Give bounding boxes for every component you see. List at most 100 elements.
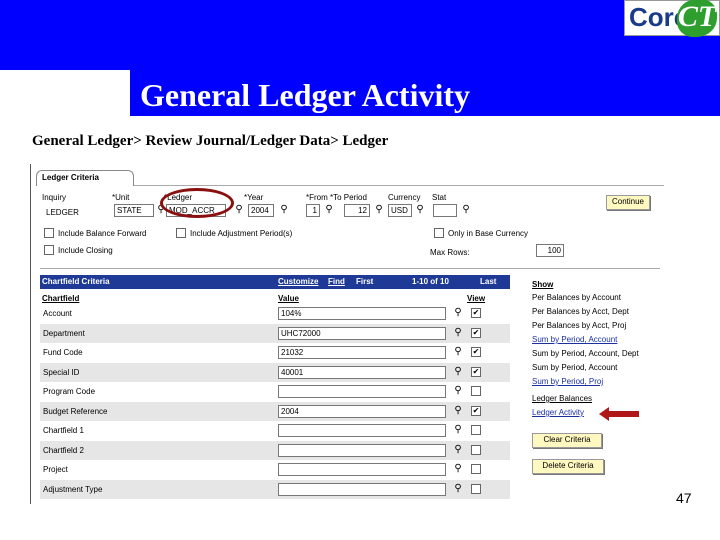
currency-lookup-icon[interactable]: ⚲ bbox=[414, 204, 426, 216]
include-closing-label: Include Closing bbox=[58, 246, 113, 255]
title-band-notch bbox=[0, 70, 130, 116]
include-adjustment-checkbox[interactable] bbox=[176, 228, 186, 238]
lookup-icon[interactable]: ⚲ bbox=[452, 483, 464, 495]
year-field[interactable]: 2004 bbox=[248, 204, 274, 217]
table-row: Department UHC72000 ⚲ ✔ bbox=[40, 323, 510, 343]
stat-lookup-icon[interactable]: ⚲ bbox=[460, 204, 472, 216]
col-header-chartfield: Chartfield bbox=[42, 294, 80, 303]
from-period-field[interactable]: 1 bbox=[306, 204, 320, 217]
screenshot-border bbox=[30, 164, 31, 504]
view-checkbox[interactable] bbox=[471, 444, 481, 455]
lookup-icon[interactable]: ⚲ bbox=[452, 327, 464, 339]
show-option[interactable]: Sum by Period, Account bbox=[532, 363, 617, 372]
chartfield-value-field[interactable]: 40001 bbox=[278, 365, 446, 379]
ledger-balances-link[interactable]: Ledger Balances bbox=[532, 394, 592, 403]
table-row: Special ID 40001 ⚲ ✔ bbox=[40, 362, 510, 382]
table-row: Budget Reference 2004 ⚲ ✔ bbox=[40, 401, 510, 421]
lookup-icon[interactable]: ⚲ bbox=[452, 366, 464, 378]
show-option[interactable]: Per Balances by Acct, Dept bbox=[532, 307, 629, 316]
view-checkbox[interactable]: ✔ bbox=[471, 405, 481, 416]
currency-label: Currency bbox=[388, 193, 421, 202]
chartfield-name: Account bbox=[43, 309, 72, 318]
table-row: Account 104% ⚲ ✔ bbox=[40, 304, 510, 323]
view-checkbox[interactable] bbox=[471, 483, 481, 494]
table-row: Chartfield 2 ⚲ bbox=[40, 440, 510, 460]
inquiry-label: Inquiry bbox=[42, 193, 67, 202]
chartfield-value-field[interactable] bbox=[278, 482, 446, 496]
chartfield-name: Adjustment Type bbox=[43, 484, 103, 494]
include-adjustment-label: Include Adjustment Period(s) bbox=[190, 229, 293, 238]
stat-field[interactable] bbox=[433, 204, 457, 217]
breadcrumb: General Ledger> Review Journal/Ledger Da… bbox=[32, 133, 389, 149]
only-base-currency-checkbox[interactable] bbox=[434, 228, 444, 238]
lookup-icon[interactable]: ⚲ bbox=[452, 385, 464, 397]
chartfield-grid-header: Chartfield Criteria Customize Find First… bbox=[40, 275, 510, 289]
table-row: Chartfield 1 ⚲ bbox=[40, 421, 510, 440]
view-checkbox[interactable]: ✔ bbox=[471, 366, 481, 377]
show-option[interactable]: Sum by Period, Account, Dept bbox=[532, 349, 639, 358]
view-checkbox[interactable]: ✔ bbox=[471, 327, 481, 338]
show-option[interactable]: Per Balances by Account bbox=[532, 293, 621, 302]
chartfield-grid-title: Chartfield Criteria bbox=[42, 277, 110, 286]
show-option[interactable]: Per Balances by Acct, Proj bbox=[532, 321, 626, 330]
clear-criteria-button[interactable]: Clear Criteria bbox=[532, 433, 602, 448]
view-checkbox[interactable] bbox=[471, 386, 481, 396]
to-period-lookup-icon[interactable]: ⚲ bbox=[373, 204, 385, 216]
view-checkbox[interactable]: ✔ bbox=[471, 308, 481, 318]
inquiry-value: LEDGER bbox=[46, 208, 79, 217]
view-checkbox[interactable]: ✔ bbox=[471, 347, 481, 357]
chartfield-name: Program Code bbox=[43, 387, 96, 396]
page-number: 47 bbox=[676, 490, 692, 506]
find-link[interactable]: Find bbox=[328, 277, 345, 286]
col-header-view: View bbox=[467, 294, 486, 303]
chartfield-name: Budget Reference bbox=[43, 406, 108, 416]
lookup-icon[interactable]: ⚲ bbox=[452, 463, 464, 475]
delete-criteria-button[interactable]: Delete Criteria bbox=[532, 459, 604, 474]
max-rows-field[interactable]: 100 bbox=[536, 244, 564, 257]
chartfield-name: Chartfield 2 bbox=[43, 445, 84, 455]
chartfield-value-field[interactable]: 2004 bbox=[278, 404, 446, 418]
first-link[interactable]: First bbox=[356, 277, 373, 286]
chartfield-value-field[interactable]: 21032 bbox=[278, 346, 446, 359]
view-checkbox[interactable] bbox=[471, 464, 481, 474]
col-header-value: Value bbox=[278, 294, 299, 303]
section-divider bbox=[40, 268, 660, 269]
chartfield-value-field[interactable]: UHC72000 bbox=[278, 326, 446, 340]
currency-field[interactable]: USD bbox=[388, 204, 412, 217]
chartfield-value-field[interactable] bbox=[278, 443, 446, 457]
lookup-icon[interactable]: ⚲ bbox=[452, 346, 464, 358]
unit-label: *Unit bbox=[112, 193, 130, 202]
continue-button[interactable]: Continue bbox=[606, 195, 650, 210]
last-link[interactable]: Last bbox=[480, 277, 496, 286]
lookup-icon[interactable]: ⚲ bbox=[452, 424, 464, 436]
chartfield-value-field[interactable] bbox=[278, 385, 446, 398]
include-balance-forward-checkbox[interactable] bbox=[44, 228, 54, 238]
only-base-currency-label: Only in Base Currency bbox=[448, 229, 529, 238]
from-period-lookup-icon[interactable]: ⚲ bbox=[323, 204, 335, 216]
to-period-field[interactable]: 12 bbox=[344, 204, 370, 217]
view-checkbox[interactable] bbox=[471, 425, 481, 435]
customize-link[interactable]: Customize bbox=[278, 277, 318, 286]
year-label: *Year bbox=[244, 193, 264, 202]
unit-field[interactable]: STATE bbox=[114, 204, 154, 217]
tab-divider bbox=[134, 185, 664, 186]
year-lookup-icon[interactable]: ⚲ bbox=[278, 204, 290, 216]
include-closing-checkbox[interactable] bbox=[44, 245, 54, 255]
show-option[interactable]: Sum by Period, Proj bbox=[532, 377, 603, 386]
chartfield-value-field[interactable] bbox=[278, 463, 446, 476]
chartfield-value-field[interactable] bbox=[278, 424, 446, 437]
chartfield-name: Department bbox=[43, 328, 85, 338]
table-row: Adjustment Type ⚲ bbox=[40, 479, 510, 499]
ledger-lookup-icon[interactable]: ⚲ bbox=[233, 204, 245, 216]
tab-ledger-criteria[interactable]: Ledger Criteria bbox=[36, 170, 134, 186]
pointer-arrow-icon bbox=[599, 407, 639, 421]
lookup-icon[interactable]: ⚲ bbox=[452, 405, 464, 417]
show-option[interactable]: Sum by Period, Account bbox=[532, 335, 617, 344]
chartfield-value-field[interactable]: 104% bbox=[278, 307, 446, 320]
lookup-icon[interactable]: ⚲ bbox=[452, 444, 464, 456]
chartfield-name: Chartfield 1 bbox=[43, 426, 84, 435]
table-row: Program Code ⚲ bbox=[40, 382, 510, 401]
lookup-icon[interactable]: ⚲ bbox=[452, 307, 464, 319]
ledger-activity-link[interactable]: Ledger Activity bbox=[532, 408, 584, 417]
period-label: *From *To Period bbox=[306, 193, 367, 202]
